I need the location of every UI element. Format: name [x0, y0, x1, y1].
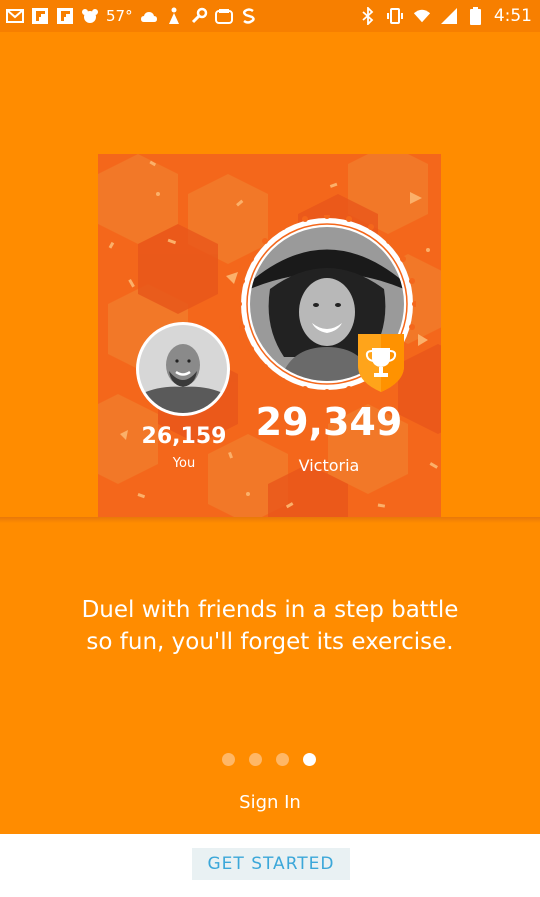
email-icon: [6, 7, 24, 25]
you-label: You: [172, 456, 196, 471]
page-indicator: [222, 753, 316, 767]
skype-like-icon: [240, 7, 258, 25]
sign-in-link[interactable]: Sign In: [195, 788, 345, 818]
app-icon: [214, 7, 233, 25]
system-icons: 4:51: [359, 0, 532, 32]
section-divider: [0, 517, 540, 523]
onboarding-tagline: Duel with friends in a step battle so fu…: [20, 594, 520, 658]
trophy-icon: [354, 332, 408, 394]
page-dot-2[interactable]: [249, 753, 262, 766]
tagline-line-1: Duel with friends in a step battle: [81, 597, 459, 623]
you-photo: [139, 325, 227, 413]
you-avatar: [136, 322, 230, 416]
bluetooth-icon: [359, 7, 377, 25]
rival-label: Victoria: [298, 456, 360, 475]
page-dot-3[interactable]: [276, 753, 289, 766]
page-dot-1[interactable]: [222, 753, 235, 766]
bottom-bar: GET STARTED: [0, 834, 540, 897]
flipboard-icon: [31, 7, 49, 25]
vibrate-icon: [386, 7, 404, 25]
figure-icon: [165, 7, 183, 25]
status-bar: 57° 4:51: [0, 0, 540, 32]
tagline-line-2: so fun, you'll forget its exercise.: [86, 629, 454, 655]
page-dot-4-active[interactable]: [303, 753, 316, 766]
wrench-icon: [190, 7, 208, 25]
pet-icon: [81, 7, 99, 25]
rival-score: 29,349: [255, 400, 403, 444]
notification-icons: 57°: [6, 0, 258, 32]
temperature-label: 57°: [106, 7, 133, 25]
you-score: 26,159: [141, 424, 227, 449]
get-started-button[interactable]: GET STARTED: [192, 848, 350, 880]
clock: 4:51: [493, 6, 532, 26]
flipboard-icon-2: [56, 7, 74, 25]
signal-icon: [440, 7, 458, 25]
battery-icon: [467, 7, 485, 25]
duel-illustration: 26,159 You 29,349 Victoria: [98, 154, 441, 520]
wifi-icon: [413, 7, 431, 25]
weather-icon: [140, 7, 158, 25]
